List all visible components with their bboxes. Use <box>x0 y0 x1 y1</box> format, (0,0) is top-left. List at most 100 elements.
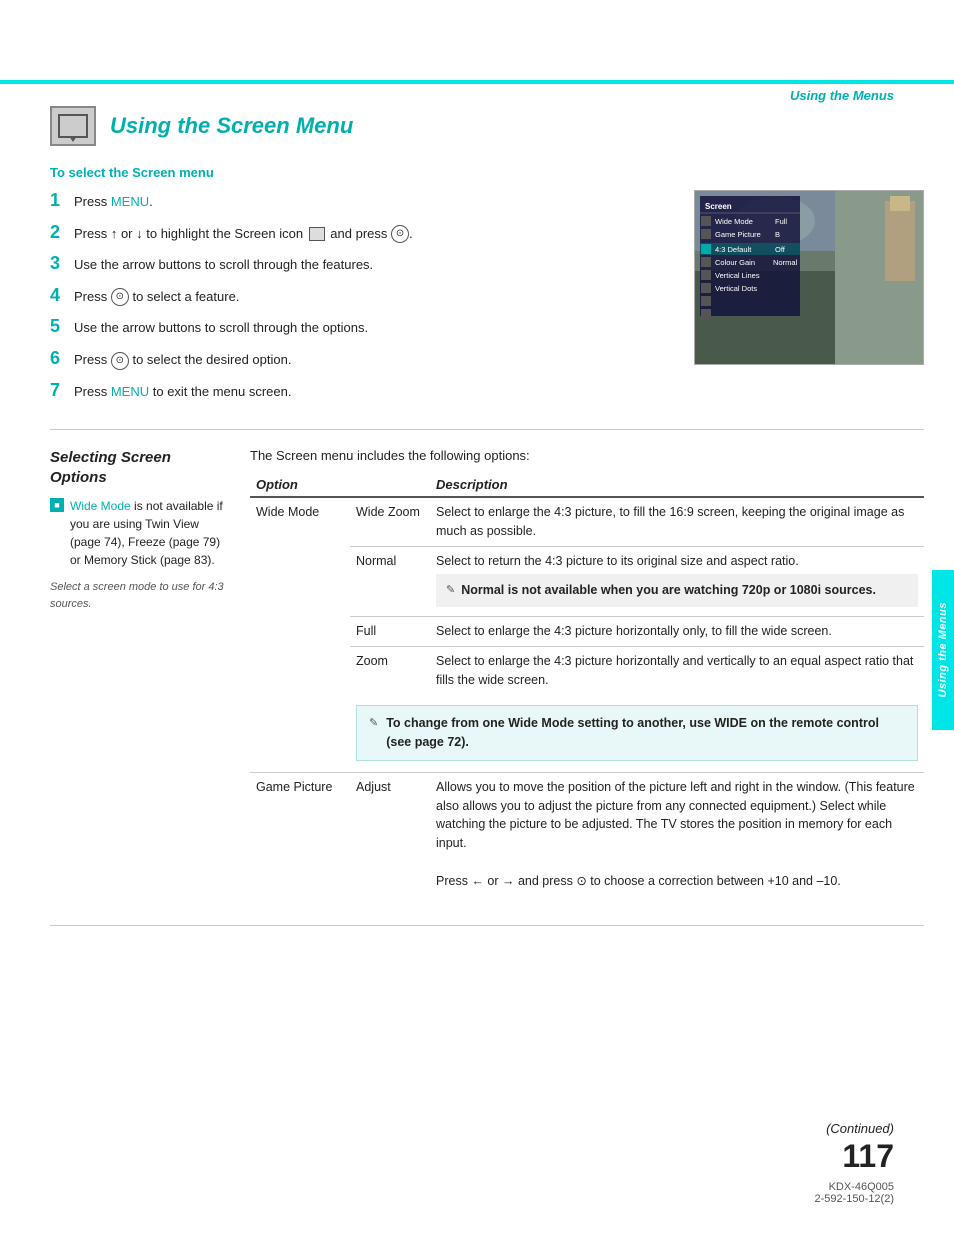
sub-option-wide-zoom: Wide Zoom <box>350 497 430 546</box>
svg-text:B: B <box>775 230 780 239</box>
screen-icon-inline <box>309 227 325 241</box>
svg-text:4:3 Default: 4:3 Default <box>715 245 752 254</box>
top-decorative-line <box>0 80 954 84</box>
step-6-text: Press ⊙ to select the desired option. <box>74 348 291 370</box>
svg-text:Screen: Screen <box>705 202 732 211</box>
col-option-header: Option <box>250 473 350 497</box>
title-area: Using the Screen Menu <box>50 106 353 146</box>
enter-circle-icon-6: ⊙ <box>111 352 129 370</box>
table-row-game-picture: Game Picture Adjust Allows you to move t… <box>250 772 924 895</box>
steps-area: 1 Press MENU. 2 Press ↑ or ↓ to highligh… <box>50 190 924 411</box>
option-game-picture: Game Picture <box>250 772 350 895</box>
main-content: To select the Screen menu 1 Press MENU. … <box>50 165 924 944</box>
section-tab: Using the Menus <box>932 570 954 730</box>
enter-circle-icon-4: ⊙ <box>111 288 129 306</box>
option-wide-mode: Wide Mode <box>250 497 350 772</box>
model-2: 2-592-150-12(2) <box>815 1193 895 1205</box>
sub-option-adjust: Adjust <box>350 772 430 895</box>
menu-link-1: MENU <box>111 194 149 209</box>
sidebar-note: ■ Wide Mode is not available if you are … <box>50 497 230 569</box>
left-sidebar: Selecting Screen Options ■ Wide Mode is … <box>50 448 230 895</box>
svg-text:Off: Off <box>775 245 786 254</box>
step-4-text: Press ⊙ to select a feature. <box>74 285 239 307</box>
step-2-text: Press ↑ or ↓ to highlight the Screen ico… <box>74 222 413 244</box>
table-row-normal: Normal Select to return the 4:3 picture … <box>250 546 924 617</box>
model-info: KDX-46Q005 2-592-150-12(2) <box>815 1181 895 1205</box>
svg-text:Vertical Dots: Vertical Dots <box>715 284 757 293</box>
step-5-number: 5 <box>50 316 70 338</box>
sidebar-note-text: Wide Mode is not available if you are us… <box>70 497 230 569</box>
svg-text:Vertical Lines: Vertical Lines <box>715 271 760 280</box>
wide-note-cell: ✎ To change from one Wide Mode setting t… <box>350 694 924 772</box>
two-col-section: Selecting Screen Options ■ Wide Mode is … <box>50 448 924 895</box>
step-4: 4 Press ⊙ to select a feature. <box>50 285 674 307</box>
sub-option-normal: Normal <box>350 546 430 617</box>
svg-text:Colour Gain: Colour Gain <box>715 258 755 267</box>
note-icon: ✎ <box>446 582 455 599</box>
svg-text:Wide Mode: Wide Mode <box>715 217 753 226</box>
steps-list: 1 Press MENU. 2 Press ↑ or ↓ to highligh… <box>50 190 674 411</box>
enter-circle-icon-2: ⊙ <box>391 225 409 243</box>
step-4-number: 4 <box>50 285 70 307</box>
section-divider-2 <box>50 925 924 926</box>
sub-option-full: Full <box>350 617 430 647</box>
step-1-number: 1 <box>50 190 70 212</box>
col-sub-header <box>350 473 430 497</box>
step-5: 5 Use the arrow buttons to scroll throug… <box>50 316 674 338</box>
page-container: Using the Menus Using the Menus Using th… <box>0 0 954 1235</box>
normal-note-box: ✎ Normal is not available when you are w… <box>436 574 918 607</box>
header-section-label: Using the Menus <box>790 88 894 103</box>
sidebar-section-title: Selecting Screen Options <box>50 448 230 487</box>
page-title: Using the Screen Menu <box>110 113 353 139</box>
svg-text:Full: Full <box>775 217 787 226</box>
table-row-wide-mode: Wide Mode Wide Zoom Select to enlarge th… <box>250 497 924 546</box>
step-1: 1 Press MENU. <box>50 190 674 212</box>
sub-option-zoom: Zoom <box>350 646 430 694</box>
step-3: 3 Use the arrow buttons to scroll throug… <box>50 253 674 275</box>
wide-note-box: ✎ To change from one Wide Mode setting t… <box>356 705 918 761</box>
wide-note-icon: ✎ <box>369 715 378 732</box>
step-6-number: 6 <box>50 348 70 370</box>
model-1: KDX-46Q005 <box>815 1181 895 1193</box>
screen-menu-icon <box>50 106 96 146</box>
col-desc-header: Description <box>430 473 924 497</box>
step-3-number: 3 <box>50 253 70 275</box>
table-row-zoom: Zoom Select to enlarge the 4:3 picture h… <box>250 646 924 694</box>
step-6: 6 Press ⊙ to select the desired option. <box>50 348 674 370</box>
sidebar-note-icon: ■ <box>50 498 64 512</box>
table-row-wide-note: ✎ To change from one Wide Mode setting t… <box>250 694 924 772</box>
step-1-text: Press MENU. <box>74 190 153 212</box>
section-tab-label: Using the Menus <box>937 602 949 698</box>
page-number: 117 <box>826 1138 894 1175</box>
step-7-text: Press MENU to exit the menu screen. <box>74 380 291 402</box>
bottom-area: (Continued) 117 <box>826 1121 894 1175</box>
desc-full: Select to enlarge the 4:3 picture horizo… <box>430 617 924 647</box>
icon-inner <box>58 114 88 138</box>
options-table-area: The Screen menu includes the following o… <box>250 448 924 895</box>
screenshot-svg: Screen Wide Mode Full Game Picture B 4:3 <box>695 191 924 365</box>
step-2-number: 2 <box>50 222 70 244</box>
step-7: 7 Press MENU to exit the menu screen. <box>50 380 674 402</box>
table-row-full: Full Select to enlarge the 4:3 picture h… <box>250 617 924 647</box>
menu-link-7: MENU <box>111 384 149 399</box>
wide-mode-link: Wide Mode <box>70 499 131 513</box>
desc-zoom: Select to enlarge the 4:3 picture horizo… <box>430 646 924 694</box>
step-2: 2 Press ↑ or ↓ to highlight the Screen i… <box>50 222 674 244</box>
svg-text:Normal: Normal <box>773 258 798 267</box>
enter-circle-icon-game: ⊙ <box>576 874 586 888</box>
desc-game-picture: Allows you to move the position of the p… <box>430 772 924 895</box>
continued-text: (Continued) <box>826 1121 894 1136</box>
desc-wide-zoom: Select to enlarge the 4:3 picture, to fi… <box>430 497 924 546</box>
step-7-number: 7 <box>50 380 70 402</box>
wide-note-text: To change from one Wide Mode setting to … <box>386 714 905 752</box>
options-table: Option Description Wide Mode Wide Zoom S… <box>250 473 924 895</box>
to-select-label: To select the Screen menu <box>50 165 924 180</box>
screenshot-image: Screen Wide Mode Full Game Picture B 4:3 <box>694 190 924 365</box>
svg-text:Game Picture: Game Picture <box>715 230 761 239</box>
sidebar-italic-text: Select a screen mode to use for 4:3 sour… <box>50 579 230 612</box>
step-5-text: Use the arrow buttons to scroll through … <box>74 316 368 338</box>
step-3-text: Use the arrow buttons to scroll through … <box>74 253 373 275</box>
intro-text: The Screen menu includes the following o… <box>250 448 924 463</box>
normal-note-text: Normal is not available when you are wat… <box>461 581 876 600</box>
section-divider-1 <box>50 429 924 430</box>
